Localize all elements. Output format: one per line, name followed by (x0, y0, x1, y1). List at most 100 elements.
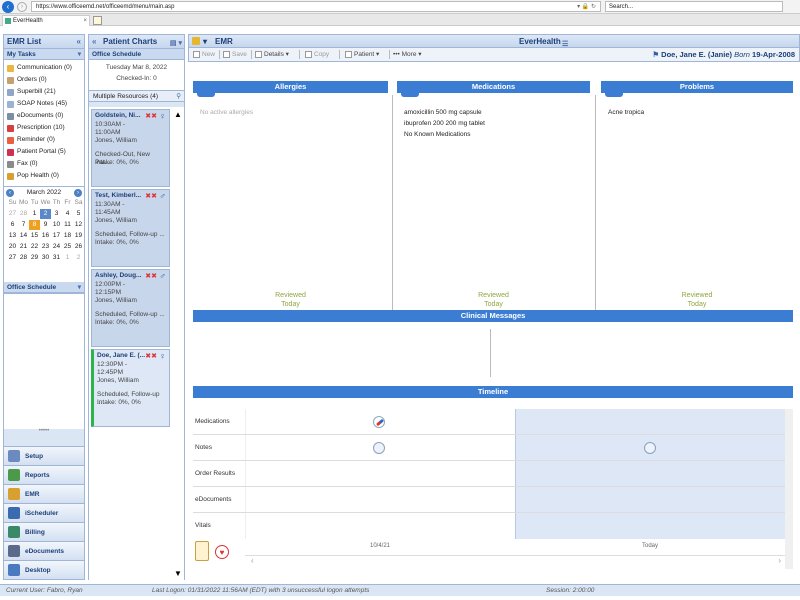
appointment-card[interactable]: Goldstein, Ni... ✖✖ ♀ 10:30AM -11:00AM Jones… (91, 109, 170, 187)
scroll-up-icon[interactable]: ▲ (174, 110, 182, 119)
problem-item[interactable]: Acne tropica (608, 107, 786, 118)
patient-button[interactable]: Patient ▾ (345, 48, 379, 61)
appointment-card[interactable]: Test, Kimberl... ✖✖ ♂ 11:30AM -11:45AM Jones… (91, 189, 170, 267)
chevron-down-icon[interactable]: ▾ (78, 282, 81, 293)
address-bar[interactable]: https://www.officeemd.net/officeemd/menu… (31, 1, 601, 12)
appointment-scrollbar[interactable]: ▲ ▼ (172, 107, 184, 582)
calendar-day[interactable]: 15 (29, 231, 40, 241)
task-item[interactable]: SOAP Notes (45) (4, 98, 84, 110)
nav-reports-button[interactable]: Reports (4, 465, 84, 484)
collapse-icon[interactable]: « (77, 35, 81, 49)
next-month-icon[interactable]: › (73, 188, 82, 197)
office-schedule-header[interactable]: Office Schedule ▾ (4, 282, 84, 293)
medication-item[interactable]: amoxicillin 500 mg capsule (404, 107, 583, 118)
note-icon[interactable] (373, 442, 385, 454)
pill-icon[interactable] (373, 416, 385, 428)
note-icon[interactable] (644, 442, 656, 454)
chevron-down-icon[interactable]: ▾ (78, 49, 81, 60)
medication-item[interactable]: No Known Medications (404, 129, 583, 140)
calendar-day[interactable]: 7 (18, 220, 29, 230)
calendar-day[interactable]: 2 (73, 253, 84, 263)
calendar-day[interactable]: 27 (7, 253, 18, 263)
calendar-day[interactable]: 19 (73, 231, 84, 241)
my-tasks-header[interactable]: My Tasks ▾ (4, 49, 84, 60)
timeline-vertical-scrollbar[interactable] (785, 409, 793, 569)
calendar-day[interactable]: 25 (62, 242, 73, 252)
calendar-day[interactable]: 24 (51, 242, 62, 252)
task-item[interactable]: Prescription (10) (4, 122, 84, 134)
more-button[interactable]: ••• More ▾ (393, 48, 422, 61)
nav-setup-button[interactable]: Setup (4, 446, 84, 465)
scroll-right-icon[interactable]: › (778, 556, 781, 565)
details-button[interactable]: Details ▾ (255, 48, 289, 61)
task-item[interactable]: Communication (0) (4, 62, 84, 74)
save-button[interactable]: Save (223, 48, 247, 61)
calendar-day[interactable]: 6 (7, 220, 18, 230)
appointment-card[interactable]: Ashley, Doug... ✖✖ ♂ 12:00PM -12:15PM Jones,… (91, 269, 170, 347)
nav-billing-button[interactable]: Billing (4, 522, 84, 541)
calendar-day[interactable]: 14 (18, 231, 29, 241)
scroll-down-icon[interactable]: ▼ (174, 569, 182, 578)
calendar-day[interactable]: 30 (40, 253, 51, 263)
calendar-day[interactable]: 16 (40, 231, 51, 241)
task-item[interactable]: Fax (0) (4, 158, 84, 170)
heart-icon[interactable]: ♥ (215, 545, 229, 559)
calendar-day[interactable]: 2 (40, 209, 51, 219)
calendar-day[interactable]: 23 (40, 242, 51, 252)
nav-edocuments-button[interactable]: eDocuments (4, 541, 84, 560)
calendar-day[interactable]: 18 (62, 231, 73, 241)
appointment-card[interactable]: Doe, Jane E. (... ✖✖ ♀ 12:30PM -12:45PM Jone… (91, 349, 170, 427)
medication-item[interactable]: ibuprofen 200 200 mg tablet (404, 118, 583, 129)
timeline-scrollbar[interactable]: ‹ › (245, 555, 787, 565)
calendar-day[interactable]: 10 (51, 220, 62, 230)
calendar-day[interactable]: 4 (62, 209, 73, 219)
close-tab-icon[interactable]: × (83, 16, 87, 26)
new-button[interactable]: New (193, 48, 215, 61)
lock-icon[interactable] (192, 37, 200, 45)
calendar-day[interactable]: 22 (29, 242, 40, 252)
expand-left-icon[interactable]: « (92, 35, 96, 49)
calendar-day[interactable]: 31 (51, 253, 62, 263)
new-tab-button[interactable] (93, 16, 102, 25)
calendar-day[interactable]: 21 (18, 242, 29, 252)
calendar-day[interactable]: 28 (18, 253, 29, 263)
browser-search-input[interactable]: Search... (605, 1, 783, 12)
search-icon[interactable]: ⚲ (176, 91, 181, 102)
task-item[interactable]: Superbill (21) (4, 86, 84, 98)
copy-button[interactable]: Copy (305, 48, 329, 61)
chevron-down-icon[interactable]: ▾ (203, 35, 207, 48)
task-item[interactable]: Orders (0) (4, 74, 84, 86)
nav-emr-button[interactable]: EMR (4, 484, 84, 503)
calendar-day[interactable]: 12 (73, 220, 84, 230)
medications-header[interactable]: Medications (397, 81, 590, 97)
nav-ischeduler-button[interactable]: iScheduler (4, 503, 84, 522)
patient-header[interactable]: ⚑ Doe, Jane E. (Janie) Born 19-Apr-2008 (652, 48, 795, 61)
calendar-day[interactable]: 5 (73, 209, 84, 219)
calendar-day[interactable]: 13 (7, 231, 18, 241)
allergies-header[interactable]: Allergies (193, 81, 388, 97)
calendar-day[interactable]: 26 (73, 242, 84, 252)
calendar-day[interactable]: 20 (7, 242, 18, 252)
calendar-day[interactable]: 27 (7, 209, 18, 219)
back-button[interactable]: ‹ (2, 0, 14, 13)
scroll-left-icon[interactable]: ‹ (251, 556, 254, 565)
calendar-day[interactable]: 1 (29, 209, 40, 219)
nav-desktop-button[interactable]: Desktop (4, 560, 84, 579)
task-item[interactable]: Pop Health (0) (4, 170, 84, 182)
task-item[interactable]: eDocuments (0) (4, 110, 84, 122)
calendar-day[interactable]: 28 (18, 209, 29, 219)
calendar-day[interactable]: 9 (40, 220, 51, 230)
prev-month-icon[interactable]: ‹ (6, 188, 14, 197)
calendar-day[interactable]: 29 (29, 253, 40, 263)
clinical-messages-header[interactable]: Clinical Messages (193, 310, 793, 322)
forward-button[interactable]: › (17, 1, 27, 12)
calendar-day[interactable]: 3 (51, 209, 62, 219)
browser-tab[interactable]: EverHealth × (2, 15, 90, 26)
problems-header[interactable]: Problems (601, 81, 793, 97)
calendar-day[interactable]: 1 (62, 253, 73, 263)
calendar-day[interactable]: 8 (29, 220, 40, 230)
calendar-day[interactable]: 17 (51, 231, 62, 241)
task-item[interactable]: Reminder (0) (4, 134, 84, 146)
timeline-header[interactable]: Timeline (193, 386, 793, 398)
clipboard-icon[interactable] (195, 541, 209, 561)
